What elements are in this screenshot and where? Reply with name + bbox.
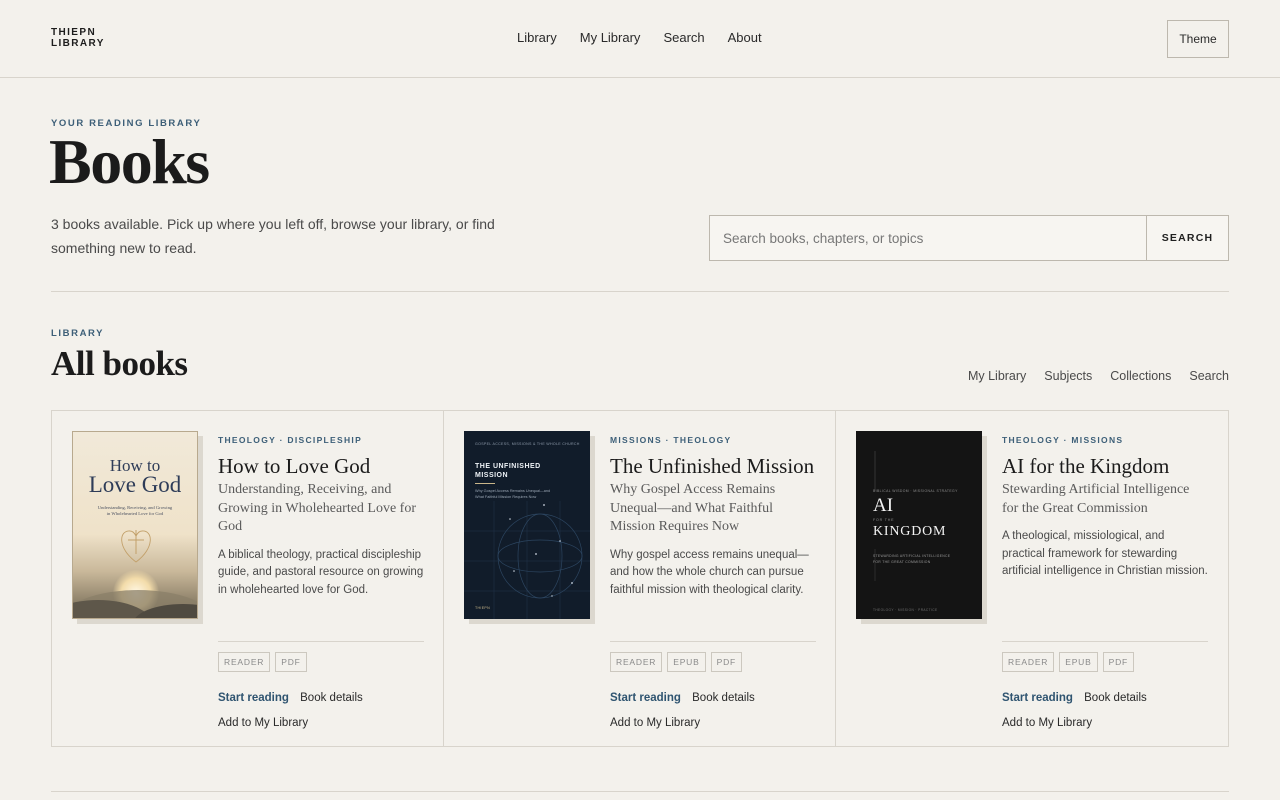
book-card: BIBLICAL WISDOM · MISSIONAL STRATEGY AI … bbox=[836, 411, 1228, 746]
book-title[interactable]: AI for the Kingdom bbox=[1002, 454, 1208, 478]
book-title[interactable]: The Unfinished Mission bbox=[610, 454, 816, 478]
format-badge: PDF bbox=[275, 652, 307, 672]
format-badge: EPUB bbox=[667, 652, 706, 672]
hero-description: 3 books available. Pick up where you lef… bbox=[51, 216, 495, 256]
search-input[interactable] bbox=[710, 216, 1146, 260]
format-badges: READER EPUB PDF bbox=[610, 652, 816, 672]
logo-line-2: LIBRARY bbox=[51, 38, 105, 49]
nav-library[interactable]: Library bbox=[517, 30, 557, 46]
book-info: THEOLOGY · MISSIONS AI for the Kingdom S… bbox=[1002, 435, 1208, 581]
book-card: How to Love God Understanding, Receiving… bbox=[52, 411, 444, 746]
site-logo[interactable]: THIEPN LIBRARY bbox=[51, 27, 105, 49]
section-divider bbox=[51, 291, 1229, 292]
book-subjects: THEOLOGY · MISSIONS bbox=[1002, 435, 1124, 445]
logo-line-1: THIEPN bbox=[51, 27, 97, 38]
book-details-link[interactable]: Book details bbox=[692, 692, 755, 704]
subnav-my-library[interactable]: My Library bbox=[968, 369, 1026, 383]
book-cover[interactable]: GOSPEL ACCESS, MISSIONS & THE WHOLE CHUR… bbox=[464, 431, 590, 619]
book-subjects: THEOLOGY · DISCIPLESHIP bbox=[218, 435, 363, 445]
cover-for-the: FOR THE bbox=[873, 518, 895, 522]
add-to-library-link[interactable]: Add to My Library bbox=[1002, 711, 1208, 736]
book-card: GOSPEL ACCESS, MISSIONS & THE WHOLE CHUR… bbox=[444, 411, 836, 746]
format-badge: PDF bbox=[710, 652, 742, 672]
add-to-library-link[interactable]: Add to My Library bbox=[218, 711, 424, 736]
subnav-search[interactable]: Search bbox=[1189, 369, 1229, 383]
cover-ai-for-the-kingdom: BIBLICAL WISDOM · MISSIONAL STRATEGY AI … bbox=[856, 431, 982, 619]
book-subtitle: Why Gospel Access Remains Unequal—and Wh… bbox=[610, 482, 776, 534]
search-form: SEARCH bbox=[709, 215, 1229, 261]
cover-bottom-text: THEOLOGY · MISSION · PRACTICE bbox=[873, 608, 938, 612]
cover-author: THIEPN bbox=[475, 606, 490, 610]
format-badge: READER bbox=[1002, 652, 1055, 672]
nav-search[interactable]: Search bbox=[663, 30, 704, 46]
cover-top-text: BIBLICAL WISDOM · MISSIONAL STRATEGY bbox=[873, 489, 958, 493]
cover-subtitle-line-2: FOR THE GREAT COMMISSION bbox=[873, 560, 931, 564]
add-to-library-link[interactable]: Add to My Library bbox=[610, 711, 816, 736]
book-title[interactable]: How to Love God bbox=[218, 454, 424, 478]
book-grid: How to Love God Understanding, Receiving… bbox=[51, 410, 1229, 747]
format-badge: READER bbox=[610, 652, 663, 672]
book-cover[interactable]: BIBLICAL WISDOM · MISSIONAL STRATEGY AI … bbox=[856, 431, 982, 619]
cover-title-line-1: AI bbox=[873, 495, 894, 516]
book-description: A biblical theology, practical disciples… bbox=[218, 548, 424, 596]
subnav-collections[interactable]: Collections bbox=[1110, 369, 1171, 383]
format-badge: EPUB bbox=[1059, 652, 1098, 672]
cover-title-line-2: KINGDOM bbox=[873, 524, 947, 539]
book-cover[interactable]: How to Love God Understanding, Receiving… bbox=[72, 431, 198, 619]
page-title: Books bbox=[49, 126, 210, 197]
book-actions: READER EPUB PDF Start reading Book detai… bbox=[1002, 641, 1208, 736]
start-reading-link[interactable]: Start reading bbox=[1002, 692, 1073, 704]
book-actions: READER PDF Start reading Book details Ad… bbox=[218, 641, 424, 736]
start-reading-link[interactable]: Start reading bbox=[218, 692, 289, 704]
book-details-link[interactable]: Book details bbox=[1084, 692, 1147, 704]
search-button[interactable]: SEARCH bbox=[1146, 216, 1228, 260]
cover-subtitle-line-1: STEWARDING ARTIFICIAL INTELLIGENCE bbox=[873, 554, 951, 558]
cover-how-to-love-god: How to Love God Understanding, Receiving… bbox=[72, 431, 198, 619]
main-nav: Library My Library Search About bbox=[517, 30, 785, 46]
book-subtitle: Stewarding Artificial Intelligence for t… bbox=[1002, 482, 1190, 516]
book-details-link[interactable]: Book details bbox=[300, 692, 363, 704]
nav-my-library[interactable]: My Library bbox=[580, 30, 641, 46]
format-badge: READER bbox=[218, 652, 271, 672]
format-badges: READER PDF bbox=[218, 652, 424, 672]
format-badge: PDF bbox=[1102, 652, 1134, 672]
book-actions: READER EPUB PDF Start reading Book detai… bbox=[610, 641, 816, 736]
book-subjects: MISSIONS · THEOLOGY bbox=[610, 435, 732, 445]
book-info: THEOLOGY · DISCIPLESHIP How to Love God … bbox=[218, 435, 424, 599]
theme-button[interactable]: Theme bbox=[1167, 20, 1229, 58]
subnav-subjects[interactable]: Subjects bbox=[1044, 369, 1092, 383]
library-eyebrow: LIBRARY bbox=[51, 328, 105, 339]
book-info: MISSIONS · THEOLOGY The Unfinished Missi… bbox=[610, 435, 816, 599]
section-title: All books bbox=[51, 344, 188, 383]
book-description: Why gospel access remains unequal—and ho… bbox=[610, 548, 809, 596]
cover-unfinished-mission: GOSPEL ACCESS, MISSIONS & THE WHOLE CHUR… bbox=[464, 431, 590, 619]
book-subtitle: Understanding, Receiving, and Growing in… bbox=[218, 482, 417, 534]
site-header: THIEPN LIBRARY Library My Library Search… bbox=[0, 0, 1280, 78]
globe-grid-icon bbox=[464, 501, 590, 619]
book-description: A theological, missiological, and practi… bbox=[1002, 530, 1208, 577]
library-subnav: My Library Subjects Collections Search bbox=[950, 369, 1229, 383]
format-badges: READER EPUB PDF bbox=[1002, 652, 1208, 672]
nav-about[interactable]: About bbox=[728, 30, 762, 46]
section-divider bbox=[51, 791, 1229, 792]
start-reading-link[interactable]: Start reading bbox=[610, 692, 681, 704]
